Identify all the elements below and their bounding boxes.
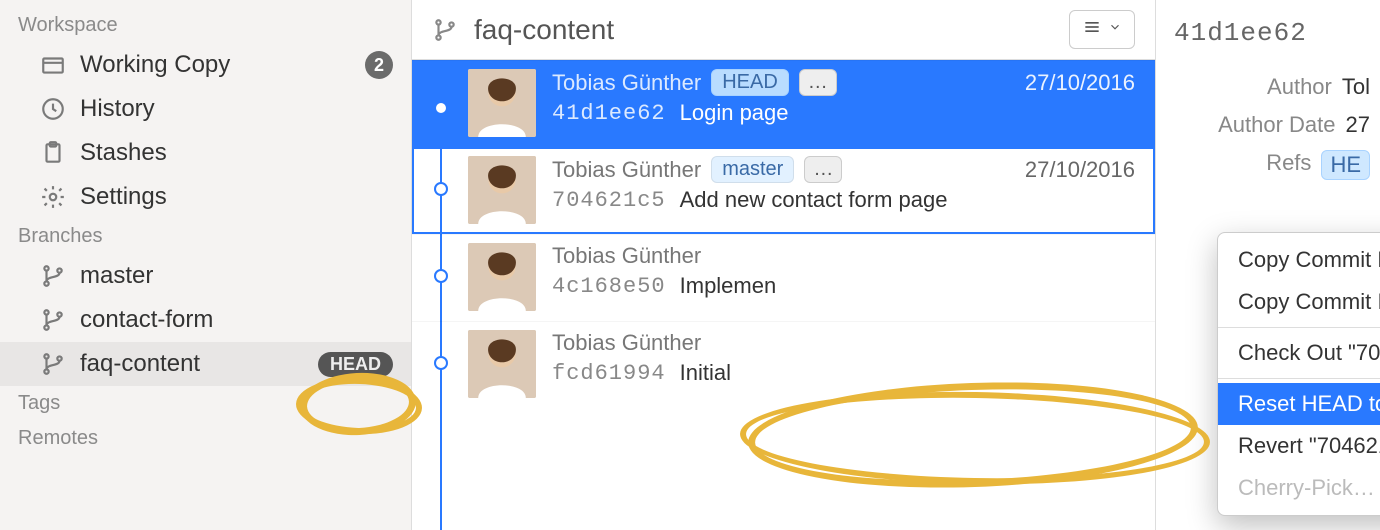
toolbar-branch-name: faq-content bbox=[474, 14, 614, 46]
graph-node bbox=[434, 356, 448, 370]
separator bbox=[1218, 378, 1380, 379]
commit-subject: Login page bbox=[680, 100, 789, 126]
commit-author: Tobias Günther bbox=[552, 330, 701, 356]
commit-hash: 704621c5 bbox=[552, 188, 666, 213]
clock-icon bbox=[40, 96, 66, 122]
clipboard-icon bbox=[40, 140, 66, 166]
gear-icon bbox=[40, 184, 66, 210]
commit-author: Tobias Günther bbox=[552, 157, 701, 183]
avatar bbox=[468, 156, 536, 224]
commit-row[interactable]: Tobias Günther HEAD … 27/10/2016 41d1ee6… bbox=[412, 60, 1155, 147]
sidebar-history[interactable]: History bbox=[0, 87, 411, 131]
detail-date-label: Author Date bbox=[1218, 112, 1335, 138]
detail-refs-value: HE bbox=[1321, 150, 1370, 180]
main-panel: faq-content Tobias Günther HEAD … 2 bbox=[412, 0, 1155, 530]
branch-icon bbox=[40, 263, 66, 289]
branch-icon bbox=[40, 307, 66, 333]
sidebar-working-copy[interactable]: Working Copy 2 bbox=[0, 43, 411, 87]
sidebar-branch-contact-form[interactable]: contact-form bbox=[0, 298, 411, 342]
avatar bbox=[468, 69, 536, 137]
sidebar-item-label: master bbox=[80, 262, 153, 290]
commit-row[interactable]: Tobias Günther fcd61994 Initial bbox=[412, 321, 1155, 408]
ctx-checkout[interactable]: Check Out "704621c5" bbox=[1218, 332, 1380, 374]
detail-author-value: Tol bbox=[1342, 74, 1370, 100]
ref-tag-more[interactable]: … bbox=[799, 69, 837, 96]
separator bbox=[1218, 327, 1380, 328]
detail-refs-label: Refs bbox=[1266, 150, 1311, 180]
sidebar-item-label: contact-form bbox=[80, 306, 213, 334]
detail-author-label: Author bbox=[1267, 74, 1332, 100]
graph-node bbox=[434, 182, 448, 196]
commit-row[interactable]: Tobias Günther master … 27/10/2016 70462… bbox=[412, 147, 1155, 234]
commit-row[interactable]: Tobias Günther 4c168e50 Implemen bbox=[412, 234, 1155, 321]
section-workspace: Workspace bbox=[0, 8, 411, 43]
section-tags: Tags bbox=[0, 386, 411, 421]
branch-icon bbox=[40, 351, 66, 377]
sidebar-item-label: Settings bbox=[80, 183, 167, 211]
view-options-button[interactable] bbox=[1069, 10, 1135, 49]
section-remotes: Remotes bbox=[0, 421, 411, 456]
chevron-down-icon bbox=[1108, 20, 1122, 39]
context-menu: Copy Commit Hash to Clipboard Copy Commi… bbox=[1217, 232, 1380, 516]
sidebar: Workspace Working Copy 2 History Stashes… bbox=[0, 0, 412, 530]
detail-hash: 41d1ee62 bbox=[1174, 18, 1370, 48]
ctx-cherry-pick[interactable]: Cherry-Pick… bbox=[1218, 467, 1380, 509]
sidebar-item-label: Stashes bbox=[80, 139, 167, 167]
ctx-copy-info[interactable]: Copy Commit Info to Clipboard bbox=[1218, 281, 1380, 323]
commit-author: Tobias Günther bbox=[552, 70, 701, 96]
graph-node bbox=[434, 101, 448, 115]
commit-date: 27/10/2016 bbox=[1025, 70, 1135, 96]
list-icon bbox=[1082, 17, 1102, 42]
branch-icon bbox=[432, 17, 458, 43]
folder-icon bbox=[40, 52, 66, 78]
avatar bbox=[468, 330, 536, 398]
commit-hash: 4c168e50 bbox=[552, 274, 666, 299]
toolbar: faq-content bbox=[412, 0, 1155, 60]
commit-hash: fcd61994 bbox=[552, 361, 666, 386]
commit-list: Tobias Günther HEAD … 27/10/2016 41d1ee6… bbox=[412, 60, 1155, 530]
sidebar-item-label: Working Copy bbox=[80, 51, 230, 79]
commit-subject: Add new contact form page bbox=[680, 187, 948, 213]
ctx-revert[interactable]: Revert "704621c5"… bbox=[1218, 425, 1380, 467]
head-badge: HEAD bbox=[318, 352, 393, 377]
ref-tag-master: master bbox=[711, 156, 794, 183]
sidebar-settings[interactable]: Settings bbox=[0, 175, 411, 219]
graph-node bbox=[434, 269, 448, 283]
sidebar-stashes[interactable]: Stashes bbox=[0, 131, 411, 175]
sidebar-item-label: faq-content bbox=[80, 350, 200, 378]
section-branches: Branches bbox=[0, 219, 411, 254]
commit-subject: Implemen bbox=[680, 273, 777, 299]
sidebar-branch-master[interactable]: master bbox=[0, 254, 411, 298]
ref-tag-more[interactable]: … bbox=[804, 156, 842, 183]
working-copy-badge: 2 bbox=[365, 51, 393, 79]
commit-subject: Initial bbox=[680, 360, 731, 386]
commit-author: Tobias Günther bbox=[552, 243, 701, 269]
detail-date-value: 27 bbox=[1346, 112, 1370, 138]
ctx-copy-hash[interactable]: Copy Commit Hash to Clipboard bbox=[1218, 239, 1380, 281]
commit-date: 27/10/2016 bbox=[1025, 157, 1135, 183]
ref-tag-head: HEAD bbox=[711, 69, 789, 96]
sidebar-branch-faq-content[interactable]: faq-content HEAD bbox=[0, 342, 411, 386]
commit-hash: 41d1ee62 bbox=[552, 101, 666, 126]
avatar bbox=[468, 243, 536, 311]
sidebar-item-label: History bbox=[80, 95, 155, 123]
ctx-reset-head[interactable]: Reset HEAD to "704621c5" bbox=[1218, 383, 1380, 425]
